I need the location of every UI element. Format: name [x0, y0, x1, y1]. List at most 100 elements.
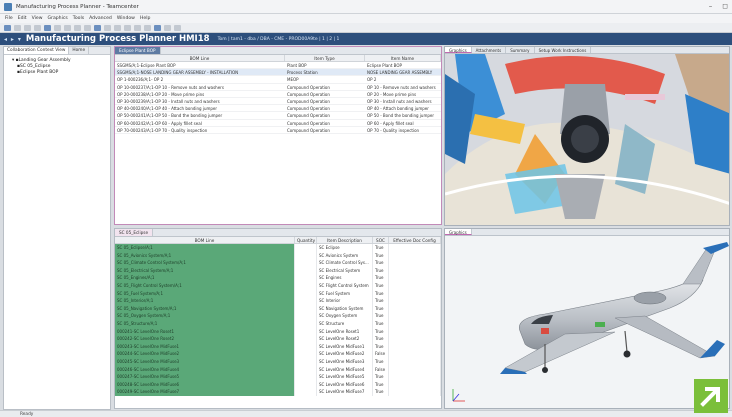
tab-setup-work-instructions[interactable]: Setup Work Instructions — [535, 47, 592, 53]
table-row[interactable]: SC 05_Electrical System/A;1 SC Electrical… — [115, 266, 441, 275]
bom-line-cell: OP 10-000237/A;1-OP 10 - Remove nuts and… — [117, 84, 224, 90]
item-description-cell: SC Flight Control System — [317, 281, 373, 290]
tree-item-label: Landing Gear Assembly — [18, 58, 71, 63]
tree-item[interactable]: ▪Eclipse Plant BOP — [7, 70, 107, 76]
item-name-cell: OP 20 - Move prime pins — [367, 91, 417, 97]
aircraft-3d-view — [452, 242, 729, 402]
item-name-cell: OP 70 - Quality inspection — [367, 127, 420, 133]
table-row[interactable]: OP 20-000238/A;1-OP 20 - Move prime pins… — [115, 91, 441, 98]
toolbar-button[interactable] — [44, 24, 51, 31]
maximize-icon[interactable]: ◻ — [722, 2, 728, 10]
tab-eclipse-plant-bop[interactable]: Eclipse Plant BOP — [115, 47, 161, 54]
menu-item-edit[interactable]: Edit — [18, 16, 27, 21]
item-description-cell: SC LevelOne MidFuse5 — [317, 373, 373, 381]
table-row[interactable]: SC 05_Navigation System/A;1 SC Navigation… — [115, 304, 441, 313]
col-bom-line[interactable]: BOM Line — [115, 55, 285, 61]
toolbar-button[interactable] — [74, 24, 81, 31]
graphics-viewport-bottom[interactable]: Graphics — [444, 228, 730, 409]
item-name-cell: Eclipse Plant BOP — [367, 63, 402, 68]
table-row[interactable]: SSGMS/A;1-Eclipse Plant BOP Plant BOP Ecli… — [115, 62, 441, 70]
col-effective-doc-config[interactable]: Effective Doc Config — [389, 237, 441, 243]
toolbar-button[interactable] — [84, 24, 91, 31]
nav-arrows-icon[interactable]: ◂ ▸ ▾ — [4, 36, 22, 43]
tab-sc05-eclipse[interactable]: SC 05_Eclipse — [115, 229, 154, 236]
toolbar-button[interactable] — [144, 24, 151, 31]
table-row[interactable]: SSGMS/A;1-NOSE LANDING GEAR ASSEMBLY - I… — [115, 69, 441, 77]
col-item-description[interactable]: Item Description — [317, 237, 373, 243]
table-row[interactable]: 000243-SC LevelOne MidFuse1 SC LevelOne M… — [115, 342, 441, 351]
table-row[interactable]: OP 1-000236/A;1- OP 2 MEOP OP 2 — [115, 76, 441, 84]
table-row[interactable]: SC 05_Avionics System/A;1 SC Avionics Sys… — [115, 251, 441, 260]
effective-doc-config-cell — [389, 380, 441, 389]
menu-item-file[interactable]: File — [5, 16, 13, 21]
effective-doc-config-cell — [389, 274, 441, 282]
toolbar-button[interactable] — [164, 24, 171, 31]
table-row[interactable]: OP 70-000243/A;1-OP 70 - Quality inspect… — [115, 127, 441, 134]
toolbar-button[interactable] — [34, 24, 41, 31]
table-row[interactable]: OP 40-000240/A;1-OP 40 - Attach bonding … — [115, 105, 441, 113]
expand-arrow-icon[interactable] — [694, 379, 728, 413]
table-row[interactable]: OP 50-000241/A;1-OP 50 - Bond the bondin… — [115, 112, 441, 120]
item-name-cell: NOSE LANDING GEAR ASSEMBLY — [367, 70, 433, 76]
toolbar-button[interactable] — [24, 24, 31, 31]
table-row[interactable]: SC 05_Fuel System/A;1 SC Fuel System True — [115, 289, 441, 298]
menu-item-window[interactable]: Window — [117, 16, 135, 21]
effective-doc-config-cell — [389, 281, 441, 290]
tab-home[interactable]: Home — [69, 47, 90, 54]
minimize-icon[interactable]: – — [709, 2, 713, 10]
table-row[interactable]: SC 05_Engines/A;1 SC Engines True — [115, 274, 441, 282]
app-header: ◂ ▸ ▾ Manufacturing Process Planner HMI1… — [0, 33, 732, 45]
table-row[interactable]: 000247-SC LevelOne MidFuse5 SC LevelOne M… — [115, 373, 441, 381]
menu-item-help[interactable]: Help — [140, 16, 150, 21]
item-description-cell: SC LevelOne Roset1 — [317, 327, 373, 336]
table-row[interactable]: 000245-SC LevelOne MidFuse3 SC LevelOne M… — [115, 357, 441, 366]
toolbar-button[interactable] — [4, 24, 11, 31]
table-row[interactable]: 000242-SC LevelOne Roset2 SC LevelOne Ros… — [115, 335, 441, 343]
table-row[interactable]: OP 30-000239/A;1-OP 30 - Install nuts an… — [115, 98, 441, 106]
table-row[interactable]: OP 10-000237/A;1-OP 10 - Remove nuts and… — [115, 84, 441, 91]
col-item-name[interactable]: Item Name — [365, 55, 441, 61]
table-row[interactable]: OP 60-000242/A;1-OP 60 - Apply fillet se… — [115, 120, 441, 127]
toolbar-button[interactable] — [64, 24, 71, 31]
menu-item-graphics[interactable]: Graphics — [48, 16, 68, 21]
table-row[interactable]: SC 05_Structure/A;1 SC Structure True — [115, 319, 441, 328]
toolbar-button[interactable] — [94, 24, 101, 31]
tab-collaboration-context[interactable]: Collaboration Context View — [4, 47, 70, 54]
quantity-cell — [295, 342, 317, 351]
col-quantity[interactable]: Quantity — [295, 237, 317, 243]
menu-item-view[interactable]: View — [32, 16, 43, 21]
tab-summary[interactable]: Summary — [506, 47, 535, 53]
bom-line-cell: SSGMS/A;1-Eclipse Plant BOP — [117, 63, 176, 68]
toolbar-button[interactable] — [114, 24, 121, 31]
menu-item-tools[interactable]: Tools — [73, 16, 84, 21]
quantity-cell — [295, 380, 317, 389]
table-row[interactable]: 000248-SC LevelOne MidFuse6 SC LevelOne M… — [115, 380, 441, 389]
table-row[interactable]: SC 05_Oxygen System/A;1 SC Oxygen System T… — [115, 312, 441, 320]
table-row[interactable]: 000246-SC LevelOne MidFuse4 SC LevelOne M… — [115, 365, 441, 374]
table-row[interactable]: 000249-SC LevelOne MidFuse7 SC LevelOne M… — [115, 388, 441, 396]
toolbar-button[interactable] — [154, 24, 161, 31]
col-soc[interactable]: SOC — [373, 237, 389, 243]
tab-graphics[interactable]: Graphics — [445, 47, 472, 53]
tab-graphics-bottom[interactable]: Graphics — [445, 229, 472, 235]
toolbar-button[interactable] — [54, 24, 61, 31]
quantity-cell — [295, 312, 317, 320]
effective-doc-config-cell — [389, 244, 441, 252]
toolbar-button[interactable] — [14, 24, 21, 31]
table-row[interactable]: 000241-SC LevelOne Roset1 SC LevelOne Ros… — [115, 327, 441, 336]
graphics-viewport-top[interactable]: Graphics Attachments Summary Setup Work … — [444, 46, 730, 226]
table-row[interactable]: SC 05_Eclipse/A;1 SC Eclipse True — [115, 244, 441, 252]
table-row[interactable]: SC 05_Climate Control System/A;1 SC Clima… — [115, 259, 441, 267]
toolbar-button[interactable] — [174, 24, 181, 31]
item-description-cell: SC Interior — [317, 297, 373, 305]
toolbar-button[interactable] — [104, 24, 111, 31]
col-item-type[interactable]: Item Type — [285, 55, 365, 61]
table-row[interactable]: SC 05_Interior/A;1 SC Interior True — [115, 297, 441, 305]
tab-attachments[interactable]: Attachments — [472, 47, 507, 53]
menu-item-advanced[interactable]: Advanced — [89, 16, 112, 21]
toolbar-button[interactable] — [124, 24, 131, 31]
col-bom-line[interactable]: BOM Line — [115, 237, 295, 243]
table-row[interactable]: 000244-SC LevelOne MidFuse2 SC LevelOne M… — [115, 350, 441, 358]
table-row[interactable]: SC 05_Flight Control System/A;1 SC Flight… — [115, 281, 441, 290]
toolbar-button[interactable] — [134, 24, 141, 31]
